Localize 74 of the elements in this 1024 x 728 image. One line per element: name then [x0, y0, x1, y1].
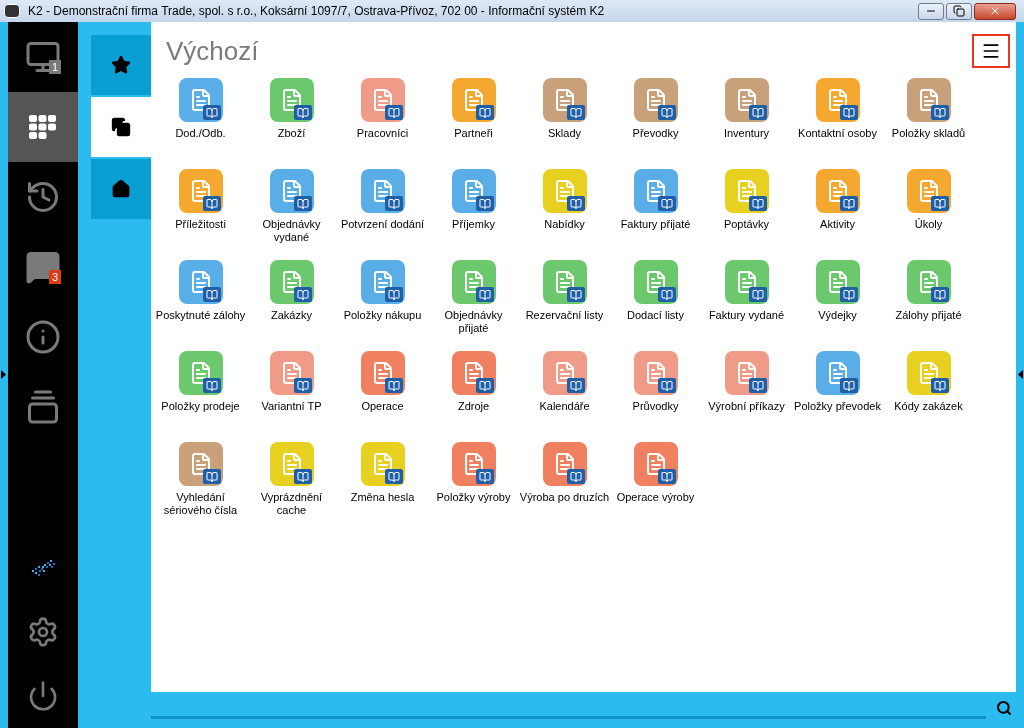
- close-icon: [989, 5, 1001, 17]
- app-tile[interactable]: Převodky: [610, 78, 701, 169]
- home-icon: [111, 179, 131, 199]
- search-icon[interactable]: [996, 700, 1012, 716]
- app-tile[interactable]: Zakázky: [246, 260, 337, 351]
- app-tile[interactable]: Faktury vydané: [701, 260, 792, 351]
- app-tile[interactable]: Vyhledání sériového čísla: [155, 442, 246, 533]
- app-tile[interactable]: Úkoly: [883, 169, 974, 260]
- app-tile[interactable]: Vyprázdnění cache: [246, 442, 337, 533]
- side-tab[interactable]: [91, 97, 151, 157]
- badge: 3: [49, 270, 62, 284]
- app-tile[interactable]: Partneři: [428, 78, 519, 169]
- app-tile[interactable]: Nabídky: [519, 169, 610, 260]
- badge: 1: [49, 60, 62, 74]
- app-tile[interactable]: Položky převodek: [792, 351, 883, 442]
- menu-button[interactable]: [972, 34, 1010, 68]
- app-tile[interactable]: Rezervační listy: [519, 260, 610, 351]
- power-icon: [27, 680, 59, 712]
- app-tile[interactable]: Aktivity: [792, 169, 883, 260]
- collapse-left-icon[interactable]: [1, 370, 6, 379]
- app-grid-icon: [29, 115, 57, 139]
- app-tile[interactable]: Dod./Odb.: [155, 78, 246, 169]
- app-tile[interactable]: Variantní TP: [246, 351, 337, 442]
- app-tile[interactable]: Poskytnuté zálohy: [155, 260, 246, 351]
- app-tile[interactable]: Zboží: [246, 78, 337, 169]
- app-tile[interactable]: Příležitosti: [155, 169, 246, 260]
- video-gallery-icon: [25, 389, 61, 425]
- window-title: K2 - Demonstrační firma Trade, spol. s r.o., Koksární 1097/7, Ostrava-Přívoz, 702 00 - Informační systém K2: [28, 3, 606, 20]
- app-tile[interactable]: Faktury přijaté: [610, 169, 701, 260]
- app-tile[interactable]: Operace výroby: [610, 442, 701, 533]
- app-tile[interactable]: Výdejky: [792, 260, 883, 351]
- app-tile[interactable]: Potvrzení dodání: [337, 169, 428, 260]
- app-tile[interactable]: Inventury: [701, 78, 792, 169]
- restore-button[interactable]: [946, 2, 972, 20]
- sidebar-item[interactable]: [8, 92, 78, 162]
- menu-icon: [981, 41, 1001, 61]
- app-tile[interactable]: Průvodky: [610, 351, 701, 442]
- app-tile[interactable]: Pracovníci: [337, 78, 428, 169]
- close-button[interactable]: [974, 2, 1016, 20]
- app-tile[interactable]: Výrobní příkazy: [701, 351, 792, 442]
- app-tile[interactable]: Položky výroby: [428, 442, 519, 533]
- app-tile[interactable]: Položky prodeje: [155, 351, 246, 442]
- app-tile[interactable]: Kontaktní osoby: [792, 78, 883, 169]
- chat-icon: [25, 249, 61, 285]
- app-tile[interactable]: Operace: [337, 351, 428, 442]
- app-tile[interactable]: Sklady: [519, 78, 610, 169]
- app-tile[interactable]: Kalendáře: [519, 351, 610, 442]
- app-tile[interactable]: Zdroje: [428, 351, 519, 442]
- page-title: Výchozí: [166, 34, 259, 68]
- copy-icon: [111, 117, 131, 137]
- monitor-icon: [25, 39, 61, 75]
- logo-icon: [30, 558, 56, 578]
- app-tile[interactable]: Změna hesla: [337, 442, 428, 533]
- app-tile[interactable]: Výroba po druzích: [519, 442, 610, 533]
- minimize-button[interactable]: [918, 2, 944, 20]
- side-tab[interactable]: [91, 159, 151, 219]
- app-tile[interactable]: Zálohy přijaté: [883, 260, 974, 351]
- restore-icon: [953, 5, 965, 17]
- history-icon: [25, 179, 61, 215]
- app-logo-icon: [4, 4, 20, 18]
- collapse-right-icon[interactable]: [1018, 370, 1023, 379]
- app-tile[interactable]: Objednávky vydané: [246, 169, 337, 260]
- app-tile[interactable]: Kódy zakázek: [883, 351, 974, 442]
- info-icon: [25, 319, 61, 355]
- app-tile[interactable]: Položky skladů: [883, 78, 974, 169]
- settings-icon: [27, 616, 59, 648]
- star-icon: [111, 55, 131, 75]
- app-tile[interactable]: Poptávky: [701, 169, 792, 260]
- side-tab[interactable]: [91, 35, 151, 95]
- search-field[interactable]: [151, 716, 986, 719]
- app-tile[interactable]: Položky nákupu: [337, 260, 428, 351]
- app-tile[interactable]: Dodací listy: [610, 260, 701, 351]
- app-tile[interactable]: Příjemky: [428, 169, 519, 260]
- app-tile[interactable]: Objednávky přijaté: [428, 260, 519, 351]
